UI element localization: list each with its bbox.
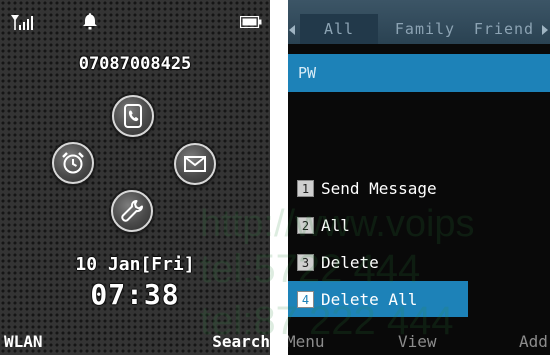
group-tab-bar: All Family Friend [288, 0, 550, 44]
own-phone-number: 07087008425 [78, 54, 192, 74]
menu-item-number: 1 [297, 179, 314, 197]
status-bar [0, 0, 270, 40]
date-display: 10 Jan[Fri] [75, 254, 195, 275]
bell-icon [83, 13, 97, 30]
menu-item-label: Delete [321, 252, 379, 272]
alarm-clock-icon [62, 152, 84, 174]
menu-item-number: 3 [297, 253, 314, 271]
contact-list-item[interactable]: PW [288, 54, 550, 92]
wrench-settings-icon [121, 200, 143, 222]
envelope-icon [184, 156, 206, 172]
menu-item-delete[interactable]: 3 Delete [288, 244, 468, 280]
options-menu: 1 Send Message 2 All 3 Delete 4 Delete A… [288, 170, 468, 317]
menu-item-label: Send Message [321, 178, 437, 198]
menu-item-number: 4 [297, 290, 314, 308]
softkey-bar: Menu View Add [288, 325, 550, 355]
tab-scroll-right-icon[interactable] [542, 25, 548, 35]
tab-friend[interactable]: Friend [466, 14, 542, 44]
menu-item-label: All [321, 215, 350, 235]
alarm-shortcut[interactable] [52, 142, 94, 184]
battery-icon [240, 16, 262, 28]
phonebook-icon [124, 104, 142, 128]
tab-scroll-left-icon[interactable] [289, 25, 295, 35]
menu-item-label: Delete All [321, 289, 418, 309]
message-shortcut[interactable] [174, 143, 216, 185]
standby-screen: 07087008425 10 Jan[Fri] 07:38 WLAN Searc… [0, 0, 270, 355]
menu-item-delete-all[interactable]: 4 Delete All [288, 281, 468, 317]
signal-bars-icon [11, 15, 33, 30]
search-softkey[interactable]: Search [212, 332, 270, 351]
tab-all[interactable]: All [300, 14, 378, 44]
phonebook-screen: All Family Friend PW 1 Send Message 2 Al… [288, 0, 550, 355]
wlan-softkey[interactable]: WLAN [4, 332, 43, 351]
view-softkey[interactable]: View [398, 332, 437, 351]
add-softkey[interactable]: Add [519, 332, 548, 351]
phonebook-shortcut[interactable] [112, 95, 154, 137]
menu-item-send-message[interactable]: 1 Send Message [288, 170, 468, 206]
clock-display: 07:38 [90, 278, 180, 311]
menu-softkey[interactable]: Menu [288, 332, 325, 351]
menu-item-all[interactable]: 2 All [288, 207, 468, 243]
settings-shortcut[interactable] [111, 190, 153, 232]
tab-family[interactable]: Family [382, 14, 468, 44]
menu-item-number: 2 [297, 216, 314, 234]
